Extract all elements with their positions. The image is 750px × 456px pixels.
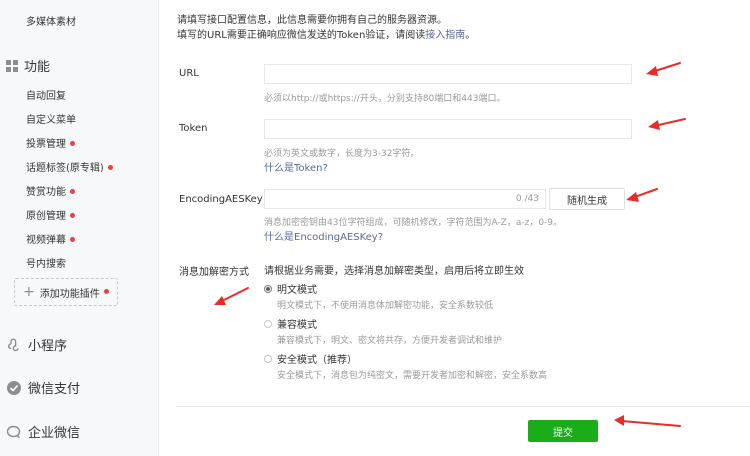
sidebar-item-topic-tags[interactable]: 话题标签(原专辑) — [26, 159, 113, 174]
sidebar-item-label: 赞赏功能 — [26, 187, 66, 198]
sidebar-item-label: 视频弹幕 — [26, 235, 66, 246]
sidebar: 多媒体素材 功能 自动回复 自定义菜单 投票管理 话题标签(原专辑) 赞赏功能 … — [0, 0, 159, 456]
sidebar-item-original[interactable]: 原创管理 — [26, 207, 75, 222]
radio-label: 兼容模式 — [277, 320, 317, 331]
intro-line-1: 请填写接口配置信息，此信息需要你拥有自己的服务器资源。 — [177, 15, 447, 26]
sidebar-section-mini-program[interactable]: 小程序 — [6, 335, 67, 354]
sidebar-item-label: 原创管理 — [26, 211, 66, 222]
new-dot-icon — [70, 212, 75, 218]
new-dot-icon — [70, 188, 75, 194]
arrow-annotation-icon — [614, 415, 681, 427]
new-dot-icon — [70, 140, 75, 146]
radio-label: 明文模式 — [277, 285, 317, 296]
aes-key-label: EncodingAESKey — [179, 194, 263, 205]
compatible-mode-desc: 兼容模式下，明文、密文将共存，方便开发者调试和维护 — [277, 336, 503, 346]
grid-icon — [6, 59, 18, 72]
arrow-annotation-icon — [214, 287, 249, 305]
wechat-pay-icon — [7, 380, 21, 395]
arrow-annotation-icon — [648, 118, 686, 130]
radio-secure-mode[interactable]: 安全模式（推荐） — [264, 351, 357, 366]
intro-suffix: 。 — [465, 30, 476, 41]
arrow-annotation-icon — [646, 62, 681, 76]
sidebar-item-label: 号内搜索 — [26, 259, 66, 270]
sidebar-section-wecom[interactable]: 企业微信 — [6, 422, 80, 441]
arrow-annotation-icon — [626, 188, 658, 202]
add-plugin-button[interactable]: + 添加功能插件 — [14, 278, 118, 306]
token-hint: 必须为英文或数字，长度为3-32字符。 — [264, 149, 420, 159]
sidebar-item-label: 自动回复 — [26, 91, 66, 102]
radio-label: 安全模式（推荐） — [277, 355, 357, 366]
sidebar-item-appreciation[interactable]: 赞赏功能 — [26, 183, 75, 198]
add-plugin-label: 添加功能插件 — [39, 288, 100, 300]
what-is-aes-key-link[interactable]: 什么是EncodingAESKey? — [264, 228, 383, 243]
new-dot-icon — [70, 236, 75, 242]
radio-plaintext-mode[interactable]: 明文模式 — [264, 281, 317, 296]
sidebar-item-vote[interactable]: 投票管理 — [26, 135, 75, 150]
secure-mode-desc: 安全模式下，消息包为纯密文，需要开发者加密和解密，安全系数高 — [277, 371, 548, 381]
aes-key-hint: 消息加密密钥由43位字符组成，可随机修改，字符范围为A-Z，a-z，0-9。 — [264, 218, 563, 228]
url-hint: 必须以http://或https://开头，分别支持80端口和443端口。 — [264, 94, 506, 104]
sidebar-section-label: 企业微信 — [28, 426, 81, 441]
encryption-mode-label: 消息加解密方式 — [179, 267, 249, 278]
intro-line-2: 填写的URL需要正确响应微信发送的Token验证，请阅读接入指南。 — [177, 26, 475, 41]
divider — [177, 406, 750, 407]
token-label: Token — [179, 123, 208, 134]
sidebar-item-custom-menu[interactable]: 自定义菜单 — [26, 111, 76, 126]
sidebar-item-label: 话题标签(原专辑) — [26, 163, 104, 174]
url-input[interactable] — [264, 64, 632, 84]
sidebar-section-label: 功能 — [24, 60, 51, 75]
sidebar-item-search[interactable]: 号内搜索 — [26, 255, 66, 270]
sidebar-item-auto-reply[interactable]: 自动回复 — [26, 87, 66, 102]
token-input[interactable] — [264, 119, 632, 139]
random-generate-button[interactable]: 随机生成 — [549, 188, 625, 210]
submit-button[interactable]: 提交 — [528, 420, 598, 442]
what-is-token-link[interactable]: 什么是Token? — [264, 159, 328, 174]
new-dot-icon — [107, 164, 113, 170]
radio-unchecked-icon[interactable] — [264, 354, 272, 363]
aes-key-input[interactable]: 0 /43 — [264, 189, 546, 209]
sidebar-item-label: 自定义菜单 — [26, 115, 76, 126]
sidebar-section-wechat-pay[interactable]: 微信支付 — [6, 378, 80, 397]
plus-icon: + — [23, 284, 35, 300]
intro-text: 填写的URL需要正确响应微信发送的Token验证，请阅读 — [177, 30, 426, 41]
plaintext-mode-desc: 明文模式下，不使用消息体加解密功能，安全系数较低 — [277, 301, 494, 311]
sidebar-item-media[interactable]: 多媒体素材 — [26, 13, 76, 28]
radio-compatible-mode[interactable]: 兼容模式 — [264, 316, 317, 331]
url-label: URL — [179, 68, 199, 79]
radio-unchecked-icon[interactable] — [264, 319, 272, 328]
sidebar-section-label: 小程序 — [28, 339, 68, 354]
mini-program-icon — [8, 338, 19, 351]
sidebar-section-functions[interactable]: 功能 — [6, 56, 50, 75]
encryption-mode-description: 请根据业务需要，选择消息加解密类型，启用后将立即生效 — [264, 266, 524, 277]
aes-key-counter: 0 /43 — [515, 194, 539, 204]
wecom-icon — [6, 425, 21, 438]
sidebar-item-label: 投票管理 — [26, 139, 66, 150]
sidebar-item-video-danmaku[interactable]: 视频弹幕 — [26, 231, 75, 246]
radio-checked-icon[interactable] — [264, 284, 272, 293]
access-guide-link[interactable]: 接入指南 — [425, 30, 465, 41]
sidebar-section-label: 微信支付 — [28, 382, 81, 397]
new-dot-icon — [103, 288, 109, 294]
sidebar-item-label: 多媒体素材 — [26, 17, 76, 28]
